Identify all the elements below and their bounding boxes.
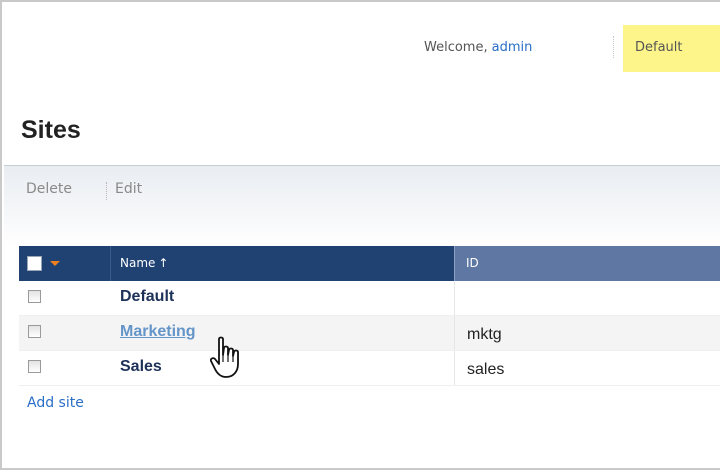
table-row[interactable]: Sales sales — [19, 351, 720, 386]
welcome-message: Welcome, admin — [424, 40, 532, 55]
table-row[interactable]: Default — [19, 281, 720, 316]
current-site-selector[interactable]: Default — [623, 25, 720, 72]
id-column-header[interactable] — [454, 246, 720, 281]
site-id: mktg — [467, 326, 502, 343]
column-divider — [454, 316, 455, 350]
sites-table: Name ↑ ID Default Marketing mktg Sales sa… — [19, 246, 720, 386]
dropdown-arrow-icon[interactable] — [50, 261, 60, 266]
header-divider — [110, 246, 111, 281]
name-column-label: Name — [120, 256, 156, 270]
toolbar: Delete Edit — [4, 165, 720, 247]
site-name[interactable]: Sales — [120, 358, 162, 376]
row-checkbox[interactable] — [28, 290, 41, 303]
column-divider — [454, 351, 455, 385]
row-checkbox[interactable] — [28, 325, 41, 338]
table-row[interactable]: Marketing mktg — [19, 316, 720, 351]
site-name-link[interactable]: Marketing — [120, 323, 196, 341]
table-header: Name ↑ ID — [19, 246, 720, 281]
select-all-checkbox[interactable] — [27, 256, 42, 271]
toolbar-separator — [106, 182, 107, 200]
name-column-header[interactable]: Name ↑ — [120, 256, 168, 270]
edit-button[interactable]: Edit — [115, 181, 142, 197]
row-checkbox[interactable] — [28, 360, 41, 373]
delete-button[interactable]: Delete — [26, 181, 72, 197]
header-separator — [613, 36, 614, 58]
site-id: sales — [467, 361, 505, 378]
page-title: Sites — [21, 116, 81, 144]
username-link[interactable]: admin — [492, 40, 533, 55]
welcome-label: Welcome, — [424, 40, 488, 55]
column-divider — [454, 281, 455, 315]
hand-pointer-icon — [210, 336, 239, 378]
app-frame: Welcome, admin Default Sites Delete Edit … — [0, 0, 720, 470]
sort-ascending-icon: ↑ — [158, 256, 169, 270]
add-site-link[interactable]: Add site — [27, 395, 84, 411]
site-name[interactable]: Default — [120, 288, 174, 306]
id-column-label: ID — [466, 256, 479, 270]
